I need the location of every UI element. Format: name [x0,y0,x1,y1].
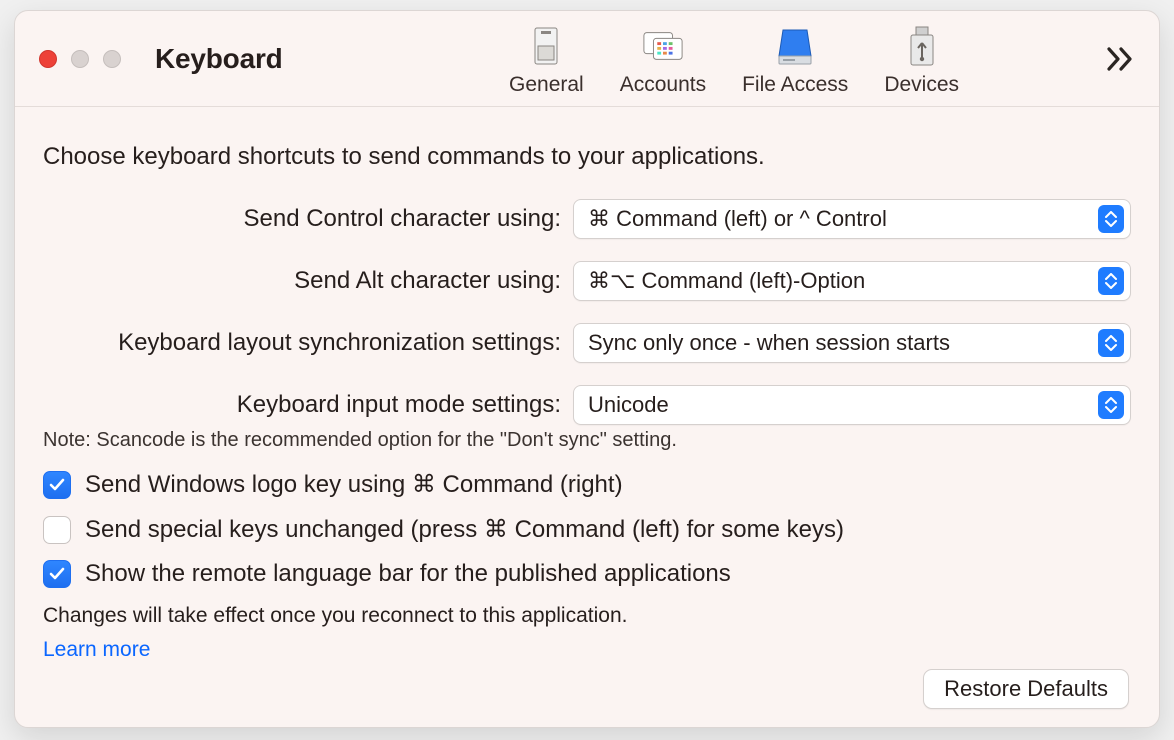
row-layout-sync: Keyboard layout synchronization settings… [43,323,1131,363]
select-value: ⌘ Command (left) or ^ Control [588,206,887,232]
langbar-checkbox[interactable] [43,560,71,588]
select-stepper-icon [1098,391,1124,419]
row-input-mode: Keyboard input mode settings: Unicode [43,385,1131,425]
toolbar-tabs: General Accounts [503,21,965,101]
checkbox-label: Show the remote language bar for the pub… [85,560,731,588]
minimize-window-button[interactable] [71,50,89,68]
restore-defaults-button[interactable]: Restore Defaults [923,669,1129,709]
checkbox-label: Send Windows logo key using ⌘ Command (r… [85,470,623,499]
preferences-body: Choose keyboard shortcuts to send comman… [15,107,1159,727]
reconnect-note: Changes will take effect once you reconn… [43,604,1131,628]
checkmark-icon [48,565,66,583]
select-stepper-icon [1098,267,1124,295]
traffic-lights [39,50,121,68]
chevrons-right-icon [1105,46,1135,72]
tab-accounts[interactable]: Accounts [614,21,712,101]
tab-general[interactable]: General [503,21,590,101]
winlogo-checkbox[interactable] [43,471,71,499]
input-mode-select[interactable]: Unicode [573,385,1131,425]
select-value: Sync only once - when session starts [588,330,950,356]
select-stepper-icon [1098,205,1124,233]
window-title: Keyboard [155,43,283,75]
close-window-button[interactable] [39,50,57,68]
checkbox-row-special-keys: Send special keys unchanged (press ⌘ Com… [43,515,1131,544]
toolbar-overflow-button[interactable] [1105,46,1141,72]
checkbox-label: Send special keys unchanged (press ⌘ Com… [85,515,844,544]
tab-label: Devices [884,73,959,97]
tab-file-access[interactable]: File Access [736,21,854,101]
row-control-character: Send Control character using: ⌘ Command … [43,199,1131,239]
scancode-note: Note: Scancode is the recommended option… [43,429,1131,452]
row-label: Keyboard layout synchronization settings… [43,329,573,357]
tab-label: General [509,73,584,97]
alt-character-select[interactable]: ⌘⌥ Command (left)-Option [573,261,1131,301]
disk-icon [774,25,816,67]
checkmark-icon [48,476,66,494]
tab-label: Accounts [620,73,706,97]
zoom-window-button[interactable] [103,50,121,68]
slider-icon [525,25,567,67]
special-keys-checkbox[interactable] [43,516,71,544]
row-label: Send Control character using: [43,205,573,233]
tab-label: File Access [742,73,848,97]
layout-sync-select[interactable]: Sync only once - when session starts [573,323,1131,363]
select-value: Unicode [588,392,669,418]
checkbox-row-langbar: Show the remote language bar for the pub… [43,560,1131,588]
usb-drive-icon [901,25,943,67]
preferences-window: Keyboard General [14,10,1160,728]
control-character-select[interactable]: ⌘ Command (left) or ^ Control [573,199,1131,239]
row-label: Send Alt character using: [43,267,573,295]
select-value: ⌘⌥ Command (left)-Option [588,268,865,294]
intro-text: Choose keyboard shortcuts to send comman… [43,143,1131,171]
tab-devices[interactable]: Devices [878,21,965,101]
select-stepper-icon [1098,329,1124,357]
button-label: Restore Defaults [944,676,1108,702]
learn-more-link[interactable]: Learn more [43,638,150,662]
checkbox-row-winlogo: Send Windows logo key using ⌘ Command (r… [43,470,1131,499]
accounts-icon [642,25,684,67]
row-label: Keyboard input mode settings: [43,391,573,419]
row-alt-character: Send Alt character using: ⌘⌥ Command (le… [43,261,1131,301]
titlebar: Keyboard General [15,11,1159,107]
